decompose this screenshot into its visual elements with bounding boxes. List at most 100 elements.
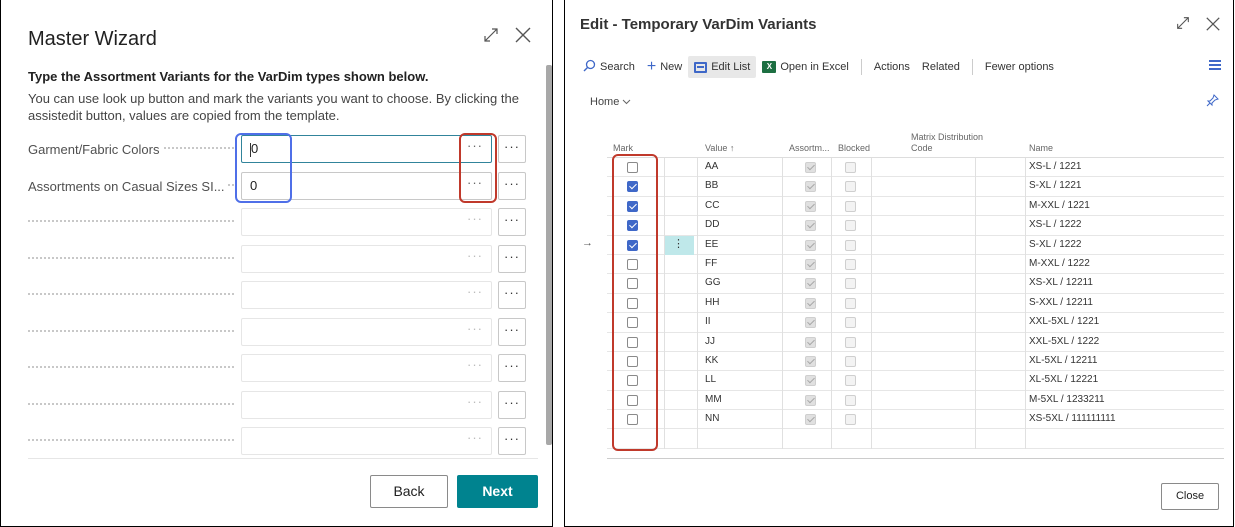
name-cell[interactable]: XXL-5XL / 1221 — [1029, 316, 1099, 327]
value-cell[interactable]: CC — [705, 200, 719, 211]
table-row[interactable]: NN XS-5XL / 111111111 — [607, 410, 1224, 430]
assist-edit-button[interactable]: ··· — [498, 244, 526, 273]
col-name[interactable]: Name — [1029, 143, 1053, 153]
field-input[interactable] — [241, 354, 492, 382]
field-row: ··· ··· — [1, 427, 541, 456]
related-menu[interactable]: Related — [916, 56, 966, 78]
empty-row[interactable] — [607, 429, 1224, 449]
home-menu[interactable]: Home — [590, 96, 631, 108]
name-cell[interactable]: XS-L / 1222 — [1029, 219, 1081, 230]
table-row[interactable]: CC M-XXL / 1221 — [607, 197, 1224, 217]
name-cell[interactable]: XXL-5XL / 1222 — [1029, 336, 1099, 347]
table-row[interactable]: KK XL-5XL / 12211 — [607, 352, 1224, 372]
assist-edit-button[interactable]: ··· — [498, 208, 526, 236]
lookup-button[interactable]: ··· — [467, 430, 483, 445]
actions-menu[interactable]: Actions — [868, 56, 916, 78]
field-input[interactable] — [241, 427, 492, 455]
row-actions-icon[interactable]: ⋮ — [673, 237, 684, 250]
name-cell[interactable]: XL-5XL / 12211 — [1029, 355, 1097, 366]
name-cell[interactable]: XS-L / 1221 — [1029, 161, 1081, 172]
value-cell[interactable]: II — [705, 316, 711, 327]
value-highlight — [235, 133, 292, 203]
value-cell[interactable]: AA — [705, 161, 718, 172]
value-cell[interactable]: DD — [705, 219, 719, 230]
close-icon[interactable] — [514, 26, 532, 44]
blocked-checkbox — [845, 317, 856, 329]
table-row[interactable]: DD XS-L / 1222 — [607, 216, 1224, 236]
col-matrix-distribution-code[interactable]: Matrix Distribution Code — [911, 132, 983, 153]
name-cell[interactable]: S-XL / 1221 — [1029, 180, 1081, 191]
value-cell[interactable]: KK — [705, 355, 718, 366]
label-dots — [28, 329, 234, 332]
expand-icon[interactable] — [1175, 15, 1193, 33]
table-row[interactable]: JJ XXL-5XL / 1222 — [607, 333, 1224, 352]
value-cell[interactable]: NN — [705, 413, 719, 424]
col-blocked[interactable]: Blocked — [838, 143, 870, 153]
back-button[interactable]: Back — [370, 475, 448, 508]
next-button[interactable]: Next — [457, 475, 538, 508]
assist-edit-button[interactable]: ··· — [498, 281, 526, 309]
lookup-button[interactable]: ··· — [467, 211, 483, 226]
table-row[interactable]: BB S-XL / 1221 — [607, 177, 1224, 197]
value-cell[interactable]: JJ — [705, 336, 715, 347]
value-cell[interactable]: FF — [705, 258, 717, 269]
value-cell[interactable]: HH — [705, 297, 719, 308]
name-cell[interactable]: M-XXL / 1221 — [1029, 200, 1090, 211]
lookup-button[interactable]: ··· — [467, 284, 483, 299]
name-cell[interactable]: S-XXL / 12211 — [1029, 297, 1093, 308]
name-cell[interactable]: XS-5XL / 111111111 — [1029, 413, 1116, 424]
close-button[interactable]: Close — [1161, 483, 1219, 510]
table-row[interactable]: HH S-XXL / 12211 — [607, 294, 1224, 314]
value-cell[interactable]: MM — [705, 394, 722, 405]
value-cell[interactable]: EE — [705, 239, 718, 250]
search-button[interactable]: Search — [577, 56, 641, 78]
pin-icon[interactable] — [1206, 94, 1219, 110]
vertical-scrollbar[interactable] — [546, 65, 552, 445]
table-row[interactable]: LL XL-5XL / 12221 — [607, 371, 1224, 391]
list-view-icon[interactable] — [1209, 60, 1221, 70]
value-cell[interactable]: LL — [705, 374, 716, 385]
value-cell[interactable]: BB — [705, 180, 718, 191]
table-row[interactable]: → ⋮ EE S-XL / 1222 — [582, 235, 1224, 255]
lookup-button[interactable]: ··· — [467, 357, 483, 372]
edit-list-button[interactable]: Edit List — [688, 56, 757, 78]
name-cell[interactable]: XL-5XL / 12221 — [1029, 374, 1098, 385]
assist-edit-button[interactable]: ··· — [498, 354, 526, 382]
lookup-button[interactable]: ··· — [467, 248, 483, 263]
window-controls — [482, 26, 532, 44]
col-assortment[interactable]: Assortm... — [789, 143, 830, 153]
col-value[interactable]: Value ↑ — [705, 143, 734, 153]
expand-icon[interactable] — [482, 26, 500, 44]
open-in-excel-button[interactable]: X Open in Excel — [756, 56, 854, 78]
current-row-arrow-icon: → — [582, 236, 593, 249]
name-cell[interactable]: XS-XL / 12211 — [1029, 277, 1093, 288]
action-bar: Search + New Edit List X Open in Excel A… — [577, 56, 1060, 78]
field-input[interactable] — [241, 390, 492, 419]
field-input[interactable] — [241, 317, 492, 346]
table-row[interactable]: AA XS-L / 1221 — [607, 158, 1224, 178]
name-cell[interactable]: S-XL / 1222 — [1029, 239, 1081, 250]
field-input[interactable] — [241, 281, 492, 309]
assist-edit-button[interactable]: ··· — [498, 317, 526, 346]
table-row[interactable]: FF M-XXL / 1222 — [607, 255, 1224, 275]
assist-edit-button[interactable]: ··· — [498, 135, 526, 163]
table-row[interactable]: MM M-5XL / 1233211 — [607, 391, 1224, 411]
table-row[interactable]: II XXL-5XL / 1221 — [607, 313, 1224, 333]
fewer-options-button[interactable]: Fewer options — [979, 56, 1060, 78]
name-cell[interactable]: M-XXL / 1222 — [1029, 258, 1090, 269]
table-row[interactable]: GG XS-XL / 12211 — [607, 274, 1224, 294]
table-body: AA XS-L / 1221 BB S-XL / 1221 CC M-XXL / 1221… — [582, 158, 1224, 449]
close-icon[interactable] — [1205, 16, 1221, 32]
assist-edit-button[interactable]: ··· — [498, 427, 526, 455]
col-mark[interactable]: Mark — [613, 143, 633, 153]
assist-edit-button[interactable]: ··· — [498, 390, 526, 419]
value-cell[interactable]: GG — [705, 277, 721, 288]
column-divider — [664, 158, 665, 449]
lookup-button[interactable]: ··· — [467, 394, 483, 409]
new-button[interactable]: + New — [641, 56, 688, 78]
name-cell[interactable]: M-5XL / 1233211 — [1029, 394, 1105, 405]
field-input[interactable] — [241, 208, 492, 236]
lookup-button[interactable]: ··· — [467, 321, 483, 336]
assist-edit-button[interactable]: ··· — [498, 171, 526, 200]
field-input[interactable] — [241, 244, 492, 273]
